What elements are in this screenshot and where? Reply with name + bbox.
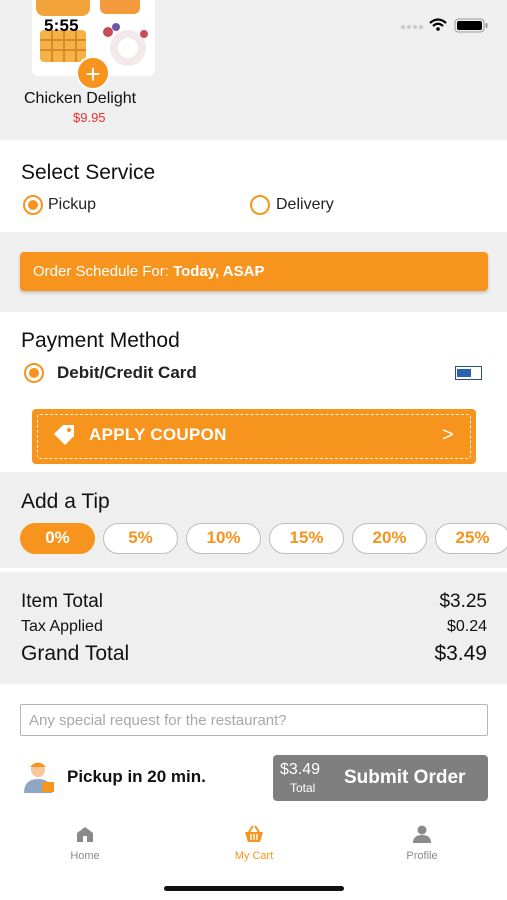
item-total-label: Item Total — [21, 591, 104, 612]
grand-total-value: $3.49 — [434, 642, 487, 665]
item-total-value: $3.25 — [439, 591, 487, 612]
signal-icon — [401, 25, 423, 29]
payment-title: Payment Method — [21, 329, 180, 352]
tax-label: Tax Applied — [21, 618, 103, 635]
tip-title: Add a Tip — [21, 490, 110, 513]
service-title: Select Service — [21, 161, 156, 184]
tip-option-0[interactable]: 0% — [20, 523, 95, 554]
submit-order-button[interactable]: $3.49 Total Submit Order — [273, 755, 488, 801]
tab-my-cart-label: My Cart — [234, 850, 274, 862]
item-price: $9.95 — [73, 110, 106, 125]
coupon-label: APPLY COUPON — [89, 425, 227, 444]
special-request-input[interactable] — [20, 704, 488, 736]
submit-price: $3.49 — [280, 761, 321, 778]
tab-profile[interactable]: Profile — [372, 824, 472, 862]
payment-method-label[interactable]: Debit/Credit Card — [57, 363, 197, 383]
person-icon — [413, 825, 431, 843]
delivery-radio[interactable] — [250, 195, 270, 215]
submit-label: Submit Order — [344, 767, 466, 788]
submit-total-label: Total — [290, 781, 316, 795]
tip-option-20[interactable]: 20% — [352, 523, 427, 554]
item-name: Chicken Delight — [24, 90, 137, 107]
basket-icon — [245, 825, 263, 842]
credit-card-icon — [455, 366, 482, 380]
order-schedule-button[interactable]: Order Schedule For: Today, ASAP — [20, 252, 488, 291]
delivery-person-icon — [24, 762, 54, 793]
pickup-radio[interactable] — [23, 195, 43, 215]
tip-option-5[interactable]: 5% — [103, 523, 178, 554]
schedule-value: Today, ASAP — [173, 263, 265, 280]
schedule-prefix: Order Schedule For: — [33, 263, 169, 280]
tab-home-label: Home — [70, 850, 100, 862]
tax-value: $0.24 — [446, 618, 487, 635]
payment-section — [0, 312, 507, 400]
battery-icon — [454, 18, 488, 33]
status-time: 5:55 — [44, 16, 79, 35]
tip-option-25-clip: 25% — [435, 523, 507, 554]
status-icons — [401, 18, 488, 33]
card-radio[interactable] — [24, 363, 44, 383]
service-section — [0, 144, 507, 232]
grand-total-label: Grand Total — [21, 642, 130, 665]
tag-icon — [54, 425, 74, 445]
add-item-button[interactable]: + — [76, 56, 110, 90]
pickup-label[interactable]: Pickup — [48, 196, 96, 214]
tip-option-25[interactable]: 25% — [435, 523, 507, 554]
delivery-label[interactable]: Delivery — [276, 196, 334, 214]
chevron-right-icon: > — [442, 424, 454, 446]
home-icon — [77, 827, 93, 842]
wifi-icon — [429, 18, 447, 31]
tab-my-cart[interactable]: My Cart — [204, 824, 304, 862]
tip-option-15[interactable]: 15% — [269, 523, 344, 554]
home-indicator — [164, 886, 344, 891]
tab-home[interactable]: Home — [35, 824, 135, 862]
tip-option-10[interactable]: 10% — [186, 523, 261, 554]
tab-profile-label: Profile — [406, 850, 438, 862]
pickup-time-label: Pickup in 20 min. — [67, 767, 206, 786]
apply-coupon-button[interactable]: APPLY COUPON > — [32, 409, 476, 464]
